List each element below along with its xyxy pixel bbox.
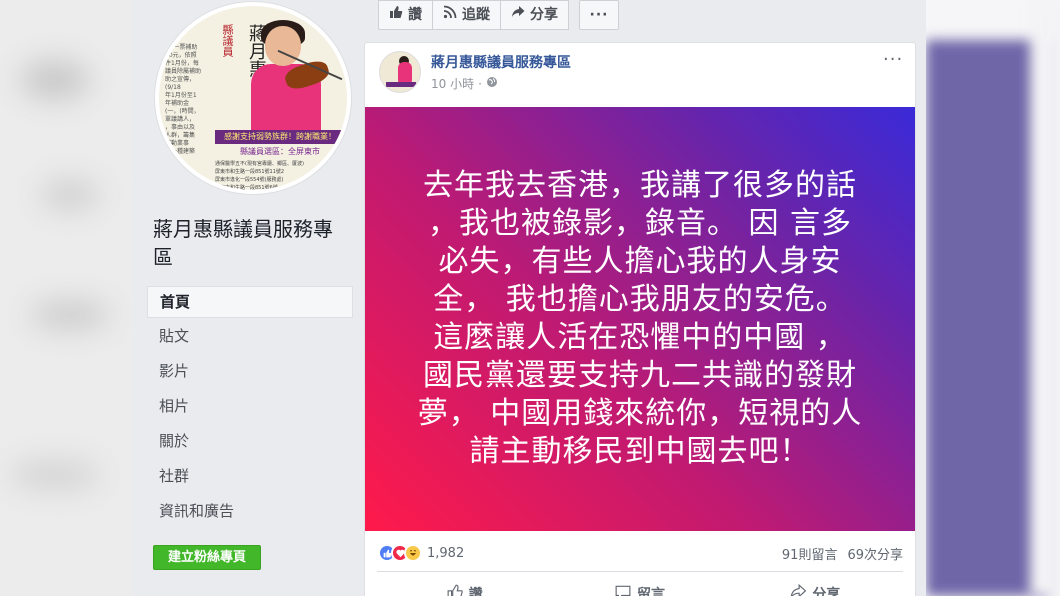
post-timestamp[interactable]: 10 小時 · (431, 75, 498, 92)
poster-text-line: ，一種建築 (165, 148, 196, 155)
poster-title-vertical: 縣議員 (221, 24, 234, 57)
facebook-page: 4787 (嗣一票補助 00元，依照 件1月份，每 議員除屬補助 助之宣傳， (9/18 年1… (133, 0, 926, 596)
reactions-count: 1,982 (427, 545, 465, 561)
poster-text-line: 電話 (165, 188, 178, 194)
poster-text-line: 件1月份，每 (165, 60, 199, 67)
post-author-avatar[interactable] (379, 51, 421, 93)
post-share-button[interactable]: 分享 (728, 579, 903, 596)
poster-address-line: 屏東市和生路一段851號6號 (215, 185, 278, 191)
post-share-label: 分享 (812, 587, 841, 596)
poster-address-line: 屏東市和生路一段851號11號2 (215, 169, 285, 175)
poster-text-line: (身)障身 (165, 164, 188, 171)
poster-left-text: 4787 (嗣一票補助 00元，依照 件1月份，每 議員除屬補助 助之宣傳， (9/18 年1… (165, 36, 215, 194)
thumbs-up-icon (447, 584, 463, 596)
post-like-button[interactable]: 讚 (377, 579, 552, 596)
more-options-button[interactable]: ··· (579, 0, 619, 30)
blurred-background-right (926, 0, 1060, 596)
poster-text-line: 臥入數者 (165, 180, 190, 187)
post-options-menu[interactable]: ··· (883, 49, 903, 70)
comment-bubble-icon (615, 584, 631, 596)
poster-text-line: 4787 (165, 36, 181, 43)
nav-item-about[interactable]: 關於 (147, 426, 353, 461)
poster-text-line: 日費 (165, 156, 178, 163)
nav-item-info-and-ads[interactable]: 資訊和廣告 (147, 496, 353, 531)
poster-text-line: 年1月份至1 (165, 92, 197, 99)
post-text: 去年我去香港，我講了很多的話 ，我也被錄影，錄音。 因 言多 必失，有些人擔心我… (417, 168, 863, 469)
poster-sub-banner: 縣議員選區：全屏東市 (240, 147, 320, 156)
poster-text-line: (9/18 (165, 84, 181, 91)
rss-icon (443, 1, 457, 29)
post-time-text: 10 小時 (431, 77, 475, 91)
reactions-summary[interactable]: 1,982 (378, 544, 464, 562)
comments-count[interactable]: 91則留言 (782, 544, 838, 563)
engagement-counts: 91則留言 69次分享 (782, 544, 903, 563)
page-action-bar: 讚 追蹤 分享 ··· (378, 0, 619, 30)
left-column: 4787 (嗣一票補助 00元，依照 件1月份，每 議員除屬補助 助之宣傳， (9/18 年1… (133, 0, 358, 596)
post-like-label: 讚 (468, 587, 483, 596)
post-divider (377, 571, 903, 572)
page-profile-picture[interactable]: 4787 (嗣一票補助 00元，依照 件1月份，每 議員除屬補助 助之宣傳， (9/18 年1… (155, 2, 351, 194)
share-page-button[interactable]: 分享 (500, 0, 569, 30)
poster-banner: 感謝支持弱勢族群！跨謝職業！ (215, 130, 345, 144)
follow-button[interactable]: 追蹤 (432, 0, 501, 30)
page-title: 蔣月惠縣議員服務專區 (153, 217, 333, 269)
poster-text-line: 年補助金 (165, 100, 190, 107)
share-arrow-icon (790, 583, 807, 596)
poster-text-line: 人群，籌集 (165, 132, 196, 139)
post-comment-label: 留言 (636, 587, 665, 596)
nav-item-home[interactable]: 首頁 (147, 286, 353, 318)
post-action-bar: 讚 留言 分享 (377, 579, 903, 596)
blurred-background-left (0, 0, 133, 596)
page-nav: 首頁 貼文 影片 相片 關於 社群 資訊和廣告 (147, 286, 353, 531)
separator-dot: · (478, 76, 482, 91)
poster-text-line: 00元，依照 (165, 52, 197, 59)
poster-address-line: 屏東市逢化一段554號(服務處) (215, 177, 284, 183)
thumbs-up-icon (389, 1, 403, 29)
nav-item-videos[interactable]: 影片 (147, 356, 353, 391)
follow-label: 追蹤 (462, 7, 490, 23)
post-author-name[interactable]: 蔣月惠縣議員服務專區 (431, 52, 571, 72)
poster-address-line: 通保醫學五不(現有宮專廳、鄉區、厦波) (215, 161, 304, 167)
nav-item-photos[interactable]: 相片 (147, 391, 353, 426)
post-stats: 1,982 91則留言 69次分享 (365, 537, 915, 569)
like-label: 讚 (408, 7, 422, 23)
poster-text-line: 補動業事 (165, 140, 190, 147)
poster-text-line: ，事由以及 (165, 124, 196, 131)
poster-text-line: 單議講人， (165, 116, 196, 123)
nav-item-posts[interactable]: 貼文 (147, 321, 353, 356)
poster-address-lines: 通保醫學五不(現有宮專廳、鄉區、厦波) 屏東市和生路一段851號11號2 屏東市逢化… (215, 160, 345, 191)
poster-text-line: (嗣一票補助 (165, 44, 198, 51)
share-label: 分享 (530, 7, 558, 23)
poster-text-line: 、聲家同伴 (165, 172, 196, 179)
shares-count[interactable]: 69次分享 (847, 544, 903, 563)
poster-text-line: (一，(時間， (165, 108, 200, 115)
create-page-button[interactable]: 建立粉絲專頁 (153, 545, 261, 570)
post-card: 蔣月惠縣議員服務專區 10 小時 · ··· 去年我去香港，我講了很多的話 ，我… (364, 42, 916, 596)
poster-text-line: 助之宣傳， (165, 76, 196, 83)
globe-icon (486, 76, 498, 91)
like-page-button[interactable]: 讚 (378, 0, 433, 30)
nav-item-community[interactable]: 社群 (147, 461, 353, 496)
post-text-background: 去年我去香港，我講了很多的話 ，我也被錄影，錄音。 因 言多 必失，有些人擔心我… (365, 107, 915, 531)
post-comment-button[interactable]: 留言 (552, 579, 727, 596)
share-arrow-icon (511, 1, 525, 29)
poster-text-line: 議員除屬補助 (165, 68, 202, 75)
haha-reaction-icon (404, 544, 422, 562)
